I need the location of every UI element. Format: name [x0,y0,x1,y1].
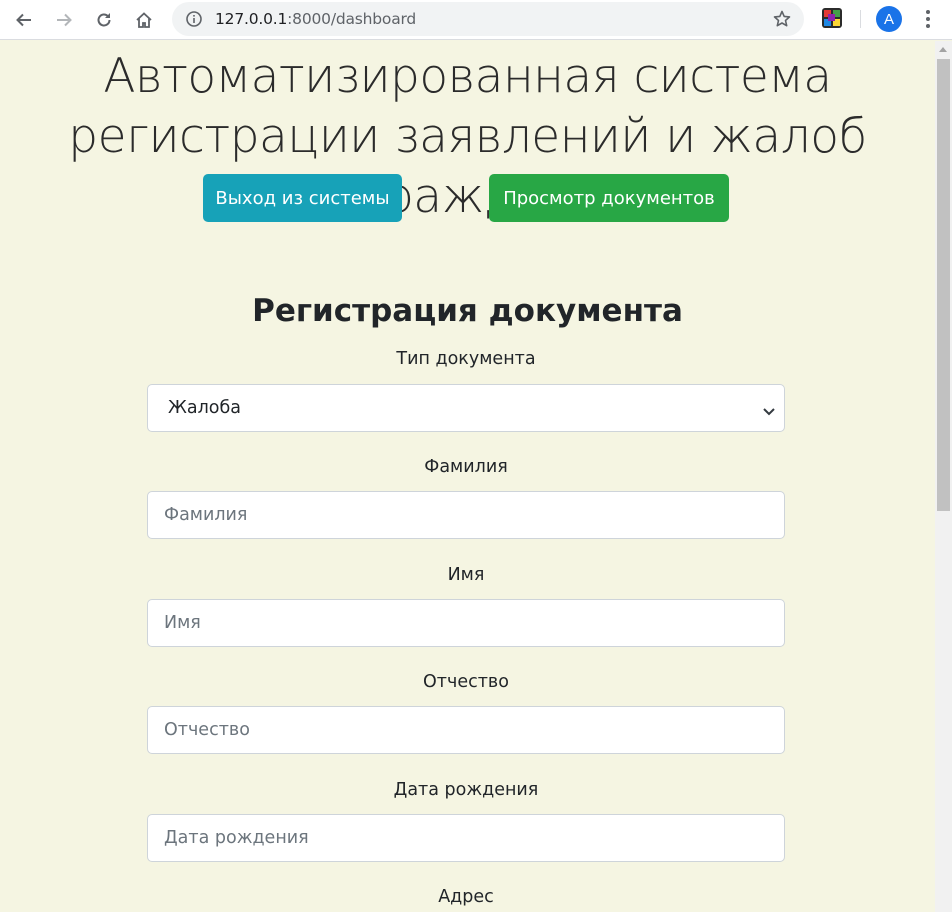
page-title: Автоматизированная система регистрации з… [0,47,935,227]
logout-button[interactable]: Выход из системы [203,174,402,222]
lastname-input[interactable]: Фамилия [147,491,785,539]
info-icon[interactable] [185,10,203,32]
address-label: Адрес [438,887,494,907]
extension-icon[interactable] [822,8,842,28]
firstname-label: Имя [447,565,485,585]
page-scrollbar[interactable] [935,41,952,912]
view-documents-button[interactable]: Просмотр документов [489,174,729,222]
profile-avatar[interactable]: A [876,6,902,32]
title-line-2: регистрации заявлений и жалоб граждан [68,109,867,224]
lastname-label: Фамилия [424,457,508,477]
home-icon[interactable] [130,6,158,34]
star-icon[interactable] [772,9,792,33]
firstname-input[interactable]: Имя [147,599,785,647]
patronymic-input[interactable]: Отчество [147,706,785,754]
menu-icon[interactable] [920,8,936,30]
chevron-down-icon [762,402,776,422]
scroll-thumb[interactable] [937,59,950,511]
back-icon[interactable] [10,6,38,34]
url-text[interactable]: 127.0.0.1:8000/dashboard [215,10,416,28]
reload-icon[interactable] [90,6,118,34]
toolbar-divider [860,10,861,28]
url-path: :8000/dashboard [287,10,417,28]
url-host: 127.0.0.1 [215,10,288,28]
scroll-up-icon[interactable] [939,47,947,52]
doc-type-select[interactable]: Жалоба [147,384,785,432]
doc-type-value: Жалоба [168,398,241,418]
birthdate-label: Дата рождения [393,780,539,800]
address-bar[interactable]: 127.0.0.1:8000/dashboard [172,2,804,36]
patronymic-label: Отчество [423,672,509,692]
page-content: Автоматизированная система регистрации з… [0,41,935,912]
doc-type-label: Тип документа [396,349,536,369]
forward-icon[interactable] [50,6,78,34]
birthdate-input[interactable]: Дата рождения [147,814,785,862]
form-title: Регистрация документа [252,293,683,329]
browser-toolbar: 127.0.0.1:8000/dashboard A [0,0,952,40]
title-line-1: Автоматизированная система [103,49,832,104]
